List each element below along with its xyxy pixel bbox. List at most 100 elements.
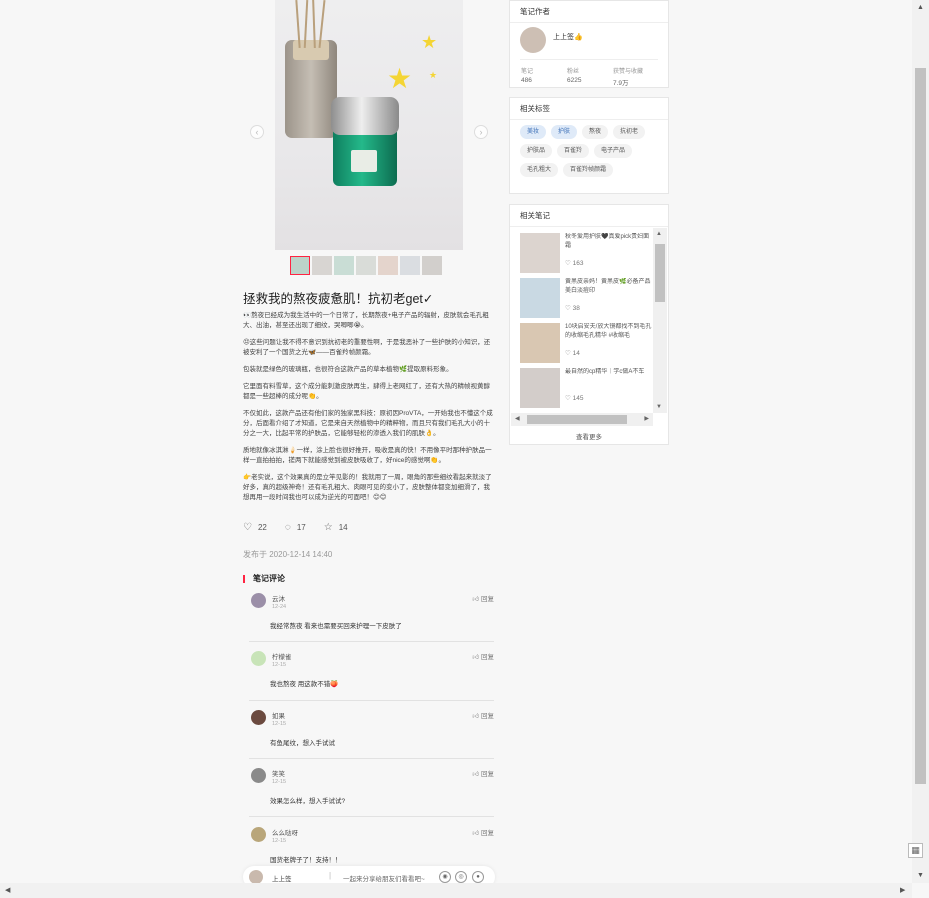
scroll-left-icon[interactable]: ◀ xyxy=(5,886,10,894)
scroll-left-icon[interactable]: ◀ xyxy=(515,415,520,422)
reply-button[interactable]: 👍︎ 回复 xyxy=(472,710,494,720)
comment-text: 我也熬夜 用这款不错🍑 xyxy=(270,681,339,688)
related-note[interactable]: 最自然的cp精华｜学c做A不车 ♡ 145 xyxy=(520,366,653,411)
moments-share-icon[interactable]: ◎ xyxy=(455,871,467,883)
reply-button[interactable]: 👍︎ 回复 xyxy=(472,768,494,778)
description-paragraph: 😣这些问题让我不得不意识到抗初老的重要性啊，于是我恶补了一些护肤的小知识，还被安… xyxy=(243,339,491,356)
thumbs-up-icon: 👍︎ xyxy=(472,654,480,661)
stat-fans: 粉丝 6225 xyxy=(567,66,581,84)
author-card: 笔记作者 上上签👍 笔记 486 粉丝 6225 获赞与收藏 7.9万 xyxy=(509,0,669,88)
jar-label-shape xyxy=(351,150,377,172)
description-paragraph: 它里面有料雪草，这个成分能刺激皮肤再生，肆得上老网红了，还有大热的精帧视黄醇都是… xyxy=(243,383,490,400)
tag[interactable]: 护肤 xyxy=(551,125,578,139)
scroll-right-icon[interactable]: ▶ xyxy=(644,415,649,422)
comment-count: 17 xyxy=(296,523,306,532)
stat-likes-collects: 获赞与收藏 7.9万 xyxy=(613,66,643,87)
share-prompt[interactable]: 一起来分享给朋友们看看吧~ xyxy=(343,873,425,883)
tag[interactable]: 百雀羚 xyxy=(557,144,590,158)
reply-button[interactable]: 👍︎ 回复 xyxy=(472,827,494,837)
stat-label: 笔记 xyxy=(521,69,534,75)
tag[interactable]: 熬夜 xyxy=(582,125,609,139)
star-icon[interactable]: ☆ xyxy=(324,522,333,533)
tag[interactable]: 毛孔粗大 xyxy=(520,163,559,177)
thumbnail[interactable] xyxy=(334,256,354,275)
wechat-share-icon[interactable]: ◉ xyxy=(439,871,451,883)
tag[interactable]: 百雀羚帧颜霜 xyxy=(563,163,614,177)
collect-count: 14 xyxy=(338,523,348,532)
page-vertical-scrollbar[interactable]: ▲ ▼ xyxy=(912,0,929,883)
page-horizontal-scrollbar[interactable]: ◀ ▶ xyxy=(0,883,912,898)
thumbs-up-icon: 👍︎ xyxy=(472,596,480,603)
related-note-likes: ♡ 163 xyxy=(565,259,584,267)
heart-icon: ♡ xyxy=(565,305,571,312)
thumbnail[interactable] xyxy=(422,256,442,275)
scrollbar-thumb[interactable] xyxy=(527,415,627,424)
related-note-thumbnail xyxy=(520,323,560,363)
publish-date: 发布于 2020-12-14 14:40 xyxy=(243,550,333,559)
related-note[interactable]: 秋冬爱用护肤🖤真爱pick贵妇面霜 ♡ 163 xyxy=(520,231,653,276)
comment-author[interactable]: 柠檬雀 xyxy=(272,651,292,661)
weibo-share-icon[interactable]: ● xyxy=(472,871,484,883)
like-icon[interactable]: ♡ xyxy=(243,522,252,533)
related-notes-list[interactable]: 秋冬爱用护肤🖤真爱pick贵妇面霜 ♡ 163 黄黑皮亲妈！黄黑皮🌿必备产品美白… xyxy=(511,228,653,413)
scrollbar-thumb[interactable] xyxy=(655,244,665,302)
scroll-up-icon[interactable]: ▲ xyxy=(656,231,662,237)
tag[interactable]: 美妆 xyxy=(520,125,547,139)
scroll-down-icon[interactable]: ▼ xyxy=(917,872,924,879)
thumbnail[interactable] xyxy=(312,256,332,275)
related-note-thumbnail xyxy=(520,233,560,273)
note-image[interactable]: ★ ★ ★ xyxy=(275,0,463,250)
avatar[interactable] xyxy=(251,593,266,608)
avatar[interactable] xyxy=(251,827,266,842)
card-title: 笔记作者 xyxy=(510,1,668,23)
tag[interactable]: 护肤品 xyxy=(520,144,553,158)
related-list-vertical-scrollbar[interactable]: ▲ ▼ xyxy=(653,228,667,413)
stat-value: 486 xyxy=(521,77,532,84)
stat-value: 6225 xyxy=(567,77,582,84)
divider: | xyxy=(329,871,332,880)
prev-image-button[interactable]: ‹ xyxy=(250,125,264,139)
see-more-link[interactable]: 查看更多 xyxy=(510,431,668,441)
comment-icon[interactable]: ◌ xyxy=(285,522,291,533)
note-description: 👀熬夜已经成为我生活中的一个日常了，长期熬夜+电子产品的辐射，皮肤就会毛孔粗大、… xyxy=(243,311,493,510)
thumbnail[interactable] xyxy=(356,256,376,275)
related-note[interactable]: 10块启安夫/放大镜都找不到毛孔的收缩毛孔精华 #收缩毛 ♡ 14 xyxy=(520,321,653,366)
avatar[interactable] xyxy=(251,710,266,725)
next-image-button[interactable]: › xyxy=(474,125,488,139)
tag[interactable]: 电子产品 xyxy=(594,144,633,158)
comment-author[interactable]: 云沐 xyxy=(272,593,285,603)
thumbnail[interactable] xyxy=(290,256,310,275)
stat-value: 7.9万 xyxy=(613,80,629,87)
related-note-likes: ♡ 145 xyxy=(565,394,584,402)
thumbs-up-icon: 👍︎ xyxy=(472,771,480,778)
description-paragraph: 质地就像冰淇淋🍦一样，涂上脸也很好推开，吸收是真的快！不用像平时那种护肤品一样一… xyxy=(243,447,492,464)
comment-author[interactable]: 么么哒呀 xyxy=(272,827,298,837)
author-name[interactable]: 上上签👍 xyxy=(553,32,583,42)
reply-button[interactable]: 👍︎ 回复 xyxy=(472,651,494,661)
comment-date: 12-15 xyxy=(272,662,287,668)
avatar[interactable] xyxy=(251,768,266,783)
scrollbar-thumb[interactable] xyxy=(915,68,926,784)
thumbnail[interactable] xyxy=(378,256,398,275)
scroll-right-icon[interactable]: ▶ xyxy=(900,886,905,894)
stat-label: 获赞与收藏 xyxy=(613,69,644,75)
comment-date: 12-15 xyxy=(272,838,287,844)
comment-author[interactable]: 笑笑 xyxy=(272,768,285,778)
scroll-down-icon[interactable]: ▼ xyxy=(656,404,662,410)
related-note[interactable]: 黄黑皮亲妈！黄黑皮🌿必备产品美白淡痘印 ♡ 38 xyxy=(520,276,653,321)
reply-button[interactable]: 👍︎ 回复 xyxy=(472,593,494,603)
thumbnail[interactable] xyxy=(400,256,420,275)
avatar[interactable] xyxy=(249,870,263,884)
related-list-horizontal-scrollbar[interactable]: ◀ ▶ xyxy=(511,413,653,426)
avatar[interactable] xyxy=(251,651,266,666)
reed-shape xyxy=(312,0,316,49)
comment-author[interactable]: 如果 xyxy=(272,710,285,720)
qr-code-icon[interactable]: ▦ xyxy=(908,843,923,858)
description-paragraph: 👉老实说，这个效果真的是立竿见影的！我就用了一周，眼角的那些细纹看起来就淡了好多… xyxy=(243,474,492,501)
avatar[interactable] xyxy=(520,27,546,53)
cream-lid-shape xyxy=(331,97,399,135)
scroll-up-icon[interactable]: ▲ xyxy=(917,4,924,11)
tag[interactable]: 抗初老 xyxy=(613,125,646,139)
tag-list: 美妆 护肤 熬夜 抗初老 护肤品 百雀羚 电子产品 毛孔粗大 百雀羚帧颜霜 xyxy=(520,125,665,177)
related-note-likes: ♡ 14 xyxy=(565,349,580,357)
